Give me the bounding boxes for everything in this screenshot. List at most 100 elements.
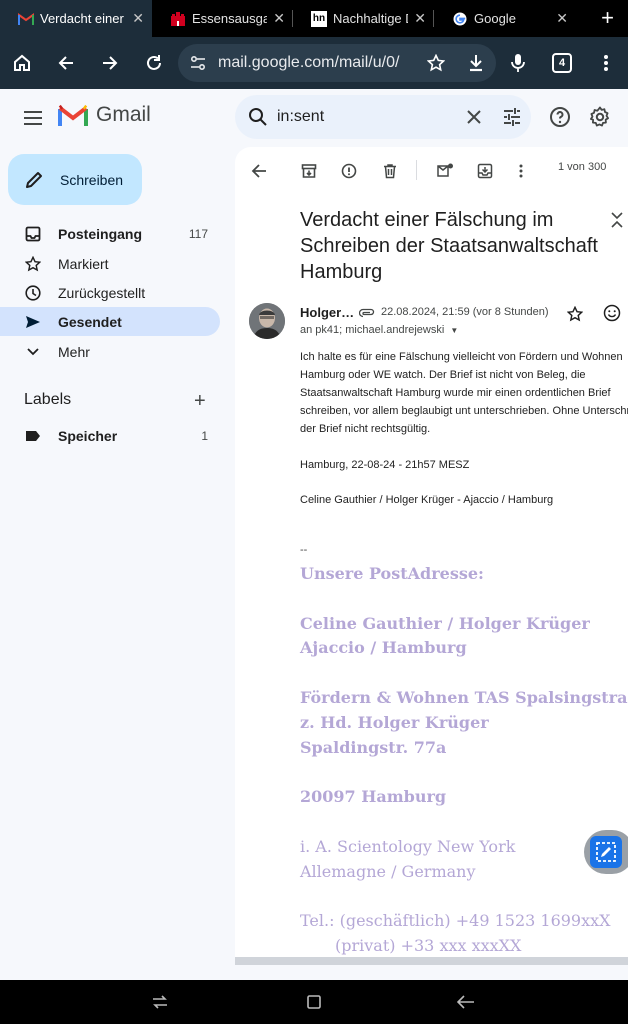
edit-screenshot-icon [590, 836, 622, 868]
back-system-button[interactable] [454, 990, 478, 1014]
more-vert-icon [604, 55, 608, 71]
browser-tab-gmail[interactable]: Verdacht einer Fälschung ✕ [0, 0, 152, 37]
address-bar[interactable]: mail.google.com/mail/u/0/ [178, 44, 496, 82]
main-menu-button[interactable] [18, 104, 48, 132]
browser-tab-strip: Verdacht einer Fälschung ✕ Essensausgabe… [0, 0, 628, 37]
sender-name[interactable]: Holger… [300, 305, 354, 320]
voice-search-button[interactable] [496, 41, 540, 85]
compose-button[interactable]: Schreiben [8, 154, 142, 205]
tab-count: 4 [552, 53, 572, 73]
browser-tab-essensausgabe[interactable]: Essensausgabe ✕ [152, 0, 293, 37]
reload-button[interactable] [132, 41, 176, 85]
unfold-less-icon [611, 212, 623, 228]
star-button[interactable] [566, 305, 584, 327]
search-bar[interactable]: in:sent [235, 95, 531, 139]
label-count: 1 [201, 428, 208, 443]
recipients[interactable]: an pk41; michael.andrejewski ▼ [300, 324, 458, 336]
sidebar-label-speicher[interactable]: Speicher 1 [0, 421, 220, 450]
sig-tel-private: (privat) +33 xxx xxxXX [335, 935, 522, 955]
search-options-icon[interactable] [493, 108, 531, 126]
sidebar-item-label: Gesendet [58, 313, 122, 330]
help-icon [550, 107, 570, 127]
hamburg-icon [170, 11, 186, 27]
sidebar-item-starred[interactable]: Markiert [0, 249, 220, 278]
move-to-button[interactable] [473, 159, 497, 183]
mark-unread-button[interactable] [433, 159, 457, 183]
recent-apps-button[interactable] [148, 990, 172, 1014]
recents-icon [153, 995, 167, 1009]
download-icon[interactable] [456, 54, 496, 72]
collapse-all-button[interactable] [611, 211, 623, 234]
close-icon[interactable]: ✕ [132, 10, 144, 27]
system-navigation-bar [0, 980, 628, 1024]
caret-down-icon[interactable]: ▼ [450, 326, 458, 335]
star-icon [566, 305, 584, 322]
tab-title: Essensausgabe [192, 11, 268, 26]
star-icon [24, 255, 42, 272]
site-settings-icon[interactable] [178, 55, 218, 71]
help-button[interactable] [548, 105, 572, 134]
sidebar-item-more[interactable]: Mehr [0, 337, 220, 366]
floating-edit-button[interactable] [584, 830, 628, 874]
browser-tab-nachhaltige[interactable]: hn Nachhaltige Da ✕ [293, 0, 434, 37]
sidebar-item-label: Speicher [58, 427, 118, 444]
sig-attn: z. Hd. Holger Krüger [300, 712, 489, 732]
new-tab-button[interactable]: + [601, 5, 614, 31]
square-icon [307, 995, 321, 1009]
sig-street: Spaldingstr. 77a [300, 737, 447, 757]
body-names: Celine Gauthier / Holger Krüger - Ajacci… [300, 494, 554, 506]
close-icon[interactable]: ✕ [556, 10, 568, 27]
emoji-icon [603, 304, 621, 322]
search-icon[interactable] [239, 107, 277, 127]
close-icon[interactable]: ✕ [414, 10, 426, 27]
google-icon [452, 11, 468, 27]
browser-menu-button[interactable] [584, 41, 628, 85]
tab-switcher-button[interactable]: 4 [540, 41, 584, 85]
recipients-text: an pk41; michael.andrejewski [300, 324, 445, 336]
trash-icon [384, 164, 396, 179]
archive-button[interactable] [297, 159, 321, 183]
microphone-icon [511, 54, 525, 72]
close-icon[interactable]: ✕ [273, 10, 285, 27]
back-button[interactable] [44, 41, 88, 85]
back-to-list-button[interactable] [247, 159, 271, 183]
message-subject: Verdacht einer Fälschung im Schreiben de… [300, 209, 598, 283]
arrow-right-icon [103, 56, 118, 70]
report-spam-button[interactable] [337, 159, 361, 183]
settings-button[interactable] [588, 105, 612, 134]
add-reaction-button[interactable] [603, 304, 621, 327]
home-system-button[interactable] [302, 990, 326, 1014]
archive-icon [301, 164, 317, 178]
report-icon [341, 163, 357, 179]
delete-button[interactable] [378, 159, 402, 183]
bookmark-star-icon[interactable] [416, 54, 456, 72]
sidebar-item-sent[interactable]: Gesendet [0, 307, 220, 336]
body-timestamp: Hamburg, 22-08-24 - 21h57 MESZ [300, 459, 470, 471]
hn-icon: hn [311, 10, 327, 27]
sidebar-item-label: Posteingang [58, 225, 143, 242]
sidebar-item-inbox[interactable]: Posteingang 117 [0, 219, 220, 248]
sig-country: Allemagne / Germany [300, 861, 476, 881]
tab-title: Nachhaltige Da [333, 11, 408, 26]
clear-search-icon[interactable] [455, 110, 493, 124]
sig-heading: Unsere PostAdresse: [300, 564, 484, 583]
sig-org: Fördern & Wohnen TAS Spalsingstraße [300, 687, 628, 707]
gmail-logo[interactable]: Gmail [58, 103, 151, 127]
body-line: Hamburg oder WE watch. Der Brief ist nic… [300, 369, 586, 381]
pencil-icon [26, 171, 42, 188]
search-input[interactable]: in:sent [277, 108, 455, 126]
avatar[interactable] [249, 303, 285, 339]
message-body: Ich halte es für eine Fälschung vielleic… [300, 348, 628, 509]
sidebar-item-snoozed[interactable]: Zurückgestellt [0, 278, 220, 307]
sig-proxy: i. A. Scientology New York [300, 836, 516, 856]
body-line: Staatsanwaltschaft Hamburg wurde mir ein… [300, 387, 611, 399]
more-actions-button[interactable] [509, 159, 533, 183]
sig-zip-city: 20097 Hamburg [300, 787, 447, 807]
add-label-button[interactable]: + [194, 390, 206, 413]
home-button[interactable] [0, 41, 44, 85]
browser-tab-google[interactable]: Google ✕ [434, 0, 576, 37]
message-date: 22.08.2024, 21:59 (vor 8 Stunden) [381, 306, 549, 318]
forward-button[interactable] [88, 41, 132, 85]
body-line: schreiben, vor allem beglaubigt unt unte… [300, 405, 628, 417]
sidebar-item-label: Markiert [58, 255, 109, 272]
